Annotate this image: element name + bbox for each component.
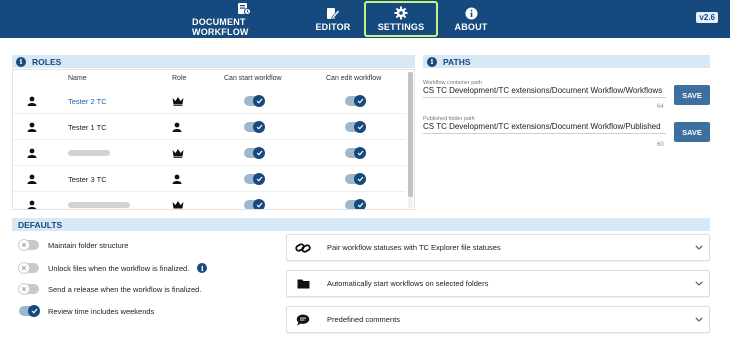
can-edit-toggle[interactable] [345, 192, 366, 209]
paths-title: PATHS [443, 56, 471, 67]
published-folder-char-count: 60 [657, 142, 664, 148]
editor-icon [326, 6, 340, 20]
paths-section-header: i PATHS [423, 55, 710, 68]
chevron-down-icon [689, 281, 709, 286]
column-header-name: Name [68, 75, 87, 82]
nav-editor[interactable]: EDITOR [314, 0, 352, 38]
table-row [13, 140, 406, 166]
column-header-can-edit: Can edit workflow [326, 75, 382, 82]
can-start-toggle[interactable] [244, 192, 265, 209]
accordion-auto-start-workflows[interactable]: Automatically start workflows on selecte… [286, 270, 710, 297]
info-icon: i [16, 56, 26, 67]
workflow-container-char-count: 64 [657, 104, 664, 110]
can-edit-toggle[interactable] [345, 140, 366, 166]
accordion-label: Predefined comments [327, 315, 400, 324]
option-label: Review time includes weekends [48, 306, 155, 316]
defaults-section-header: DEFAULTS [12, 218, 710, 231]
redacted-user-name [68, 192, 130, 209]
published-folder-path-input[interactable]: CS TC Development/TC extensions/Document… [423, 122, 666, 134]
column-header-can-start: Can start workflow [224, 75, 282, 82]
chevron-down-icon [689, 317, 709, 322]
option-maintain-folder-structure: Maintain folder structure [18, 239, 129, 251]
user-icon [27, 88, 37, 114]
accordion-predefined-comments[interactable]: Predefined comments [286, 306, 710, 333]
save-published-folder-button[interactable]: SAVE [674, 122, 710, 142]
scrollbar-thumb[interactable] [408, 72, 413, 197]
accordion-label: Pair workflow statuses with TC Explorer … [327, 243, 501, 252]
link-icon [289, 242, 317, 254]
save-workflow-container-button[interactable]: SAVE [674, 85, 710, 105]
option-send-release: Send a release when the workflow is fina… [18, 283, 202, 295]
crown-icon [172, 192, 184, 209]
nav-about-label: ABOUT [454, 22, 488, 32]
user-name: Tester 3 TC [68, 174, 107, 184]
workflow-container-path-input[interactable]: CS TC Development/TC extensions/Document… [423, 86, 666, 98]
unlock-files-toggle[interactable] [18, 262, 39, 274]
send-release-toggle[interactable] [18, 283, 39, 295]
nav-settings[interactable]: SETTINGS [364, 1, 438, 37]
table-row: Tester 2 TC [13, 88, 406, 114]
can-start-toggle[interactable] [244, 166, 265, 192]
user-icon [27, 114, 37, 140]
gear-icon [394, 6, 408, 20]
roles-scrollbar[interactable] [408, 72, 413, 208]
user-icon [27, 192, 37, 209]
user-role-icon [172, 166, 182, 192]
user-name: Tester 1 TC [68, 122, 107, 132]
crown-icon [172, 140, 184, 166]
review-time-weekends-toggle[interactable] [19, 305, 40, 317]
option-label: Unlock files when the workflow is finali… [48, 263, 190, 273]
user-name-link[interactable]: Tester 2 TC [68, 88, 107, 114]
version-badge: v2.6 [696, 12, 718, 23]
info-icon [465, 6, 478, 20]
nav-about[interactable]: ABOUT [452, 0, 490, 38]
folder-icon [289, 278, 317, 289]
option-label: Send a release when the workflow is fina… [48, 284, 202, 294]
option-unlock-files: Unlock files when the workflow is finali… [18, 262, 213, 274]
roles-title: ROLES [32, 56, 62, 67]
info-icon[interactable]: i [197, 263, 208, 273]
chevron-down-icon [689, 245, 709, 250]
nav-settings-label: SETTINGS [377, 22, 425, 32]
option-review-time-weekends: Review time includes weekends [19, 305, 154, 317]
can-start-toggle[interactable] [244, 140, 265, 166]
can-start-toggle[interactable] [244, 114, 265, 140]
can-edit-toggle[interactable] [345, 166, 366, 192]
user-role-icon [172, 114, 182, 140]
table-row [13, 192, 406, 209]
comment-icon [289, 314, 317, 326]
can-edit-toggle[interactable] [345, 88, 366, 114]
user-icon [27, 166, 37, 192]
nav-editor-label: EDITOR [315, 22, 351, 32]
can-edit-toggle[interactable] [345, 114, 366, 140]
can-start-toggle[interactable] [244, 88, 265, 114]
maintain-folder-structure-toggle[interactable] [18, 239, 39, 251]
crown-icon [172, 88, 184, 114]
accordion-label: Automatically start workflows on selecte… [327, 279, 489, 288]
defaults-title: DEFAULTS [18, 219, 63, 230]
info-icon: i [427, 56, 437, 67]
redacted-user-name [68, 140, 110, 166]
table-row: Tester 3 TC [13, 166, 406, 192]
document-workflow-icon [237, 1, 251, 15]
nav-document-workflow-label: DOCUMENT WORKFLOW [192, 17, 249, 37]
user-icon [27, 140, 37, 166]
nav-document-workflow[interactable]: DOCUMENT WORKFLOW [192, 0, 295, 38]
accordion-pair-statuses[interactable]: Pair workflow statuses with TC Explorer … [286, 234, 710, 261]
top-navigation-bar: DOCUMENT WORKFLOW EDITOR SETTINGS ABOUT … [0, 0, 730, 38]
column-header-role: Role [172, 75, 187, 82]
option-label: Maintain folder structure [48, 240, 129, 250]
roles-section-header: i ROLES [12, 55, 415, 68]
table-row: Tester 1 TC [13, 114, 406, 140]
